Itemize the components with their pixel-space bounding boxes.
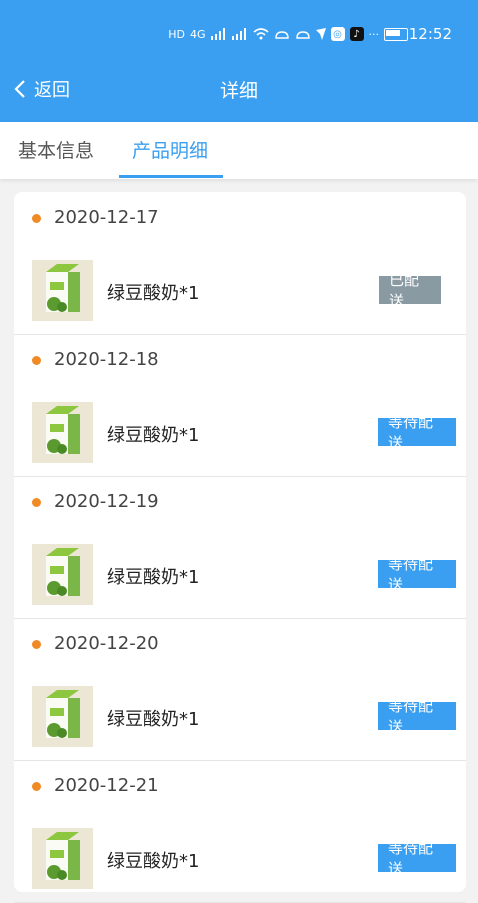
product-thumbnail	[32, 402, 93, 463]
product-name: 绿豆酸奶*1	[107, 283, 200, 304]
product-name: 绿豆酸奶*1	[107, 567, 200, 588]
list-item[interactable]: 2020-12-20 绿豆酸奶*1 等待配送	[14, 618, 466, 761]
product-thumbnail	[32, 260, 93, 321]
status-badge: 已配送	[379, 271, 441, 310]
signal-icon	[210, 28, 225, 40]
page-title: 详细	[219, 80, 258, 102]
tab-basic-info[interactable]: 基本信息	[18, 136, 94, 163]
delivery-date: 2020-12-19	[54, 491, 159, 512]
tab-bar: 基本信息 产品明细	[0, 122, 478, 179]
status-badge: 等待配送	[378, 697, 456, 736]
tab-product-details[interactable]: 产品明细	[132, 136, 208, 163]
product-name: 绿豆酸奶*1	[107, 425, 200, 446]
active-tab-indicator	[119, 175, 223, 178]
date-dot	[32, 782, 41, 791]
cloud-icon	[274, 31, 289, 39]
wifi-icon	[252, 28, 269, 40]
product-name: 绿豆酸奶*1	[107, 851, 200, 872]
status-badge: 等待配送	[378, 413, 456, 452]
product-thumbnail	[32, 544, 93, 605]
battery-icon	[384, 27, 408, 41]
list-item[interactable]: 2020-12-19 绿豆酸奶*1 等待配送	[14, 476, 466, 619]
delivery-date: 2020-12-20	[54, 633, 159, 654]
signal-icon-2	[231, 28, 246, 40]
status-bar: HD 4G ◎ ♪ ··· 12:52	[0, 18, 478, 52]
list-item[interactable]: 2020-12-21 绿豆酸奶*1 等待配送	[14, 760, 466, 903]
tiktok-icon: ♪	[349, 27, 364, 41]
delivery-list: 2020-12-17 绿豆酸奶*1 已配送 2020-12-18 绿豆酸奶*1 …	[14, 192, 466, 903]
nav-bar: 返回 详细	[0, 64, 478, 114]
date-dot	[32, 498, 41, 507]
delivery-date: 2020-12-21	[54, 775, 159, 796]
delivery-date: 2020-12-17	[54, 207, 159, 228]
product-thumbnail	[32, 686, 93, 747]
clock: 12:52	[408, 25, 452, 43]
status-badge: 等待配送	[378, 555, 456, 594]
app-notification-icon: ◎	[330, 27, 345, 41]
network-type-label: HD	[168, 27, 185, 41]
app-header: HD 4G ◎ ♪ ··· 12:52 返回 详细	[0, 0, 478, 122]
date-dot	[32, 640, 41, 649]
date-dot	[32, 214, 41, 223]
list-item[interactable]: 2020-12-17 绿豆酸奶*1 已配送	[14, 192, 466, 335]
date-dot	[32, 356, 41, 365]
status-icons: HD 4G ◎ ♪ ···	[168, 24, 408, 44]
product-name: 绿豆酸奶*1	[107, 709, 200, 730]
cloud-icon-2	[295, 31, 310, 39]
signal-type-label: 4G	[189, 27, 206, 41]
status-badge: 等待配送	[378, 839, 456, 878]
list-item[interactable]: 2020-12-18 绿豆酸奶*1 等待配送	[14, 334, 466, 477]
location-icon	[315, 28, 326, 40]
delivery-date: 2020-12-18	[54, 349, 159, 370]
more-notifications-icon: ···	[368, 27, 380, 41]
product-thumbnail	[32, 828, 93, 889]
